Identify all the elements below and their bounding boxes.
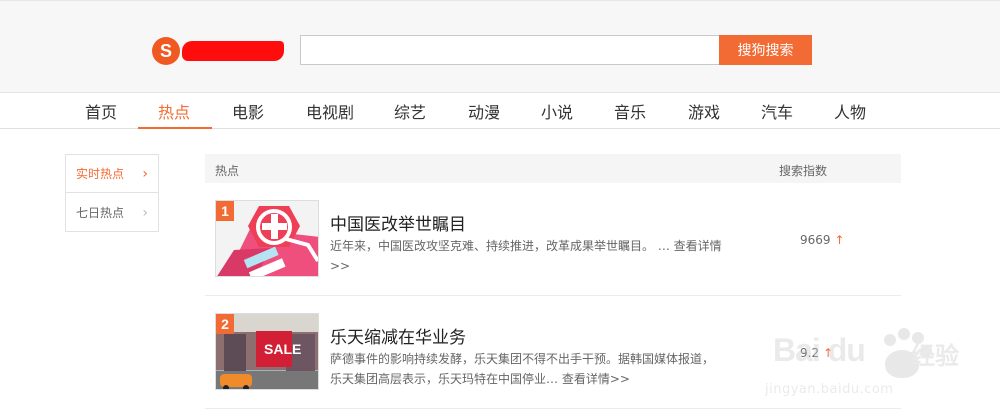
baidu-jingyan-watermark: Bai du 经验 jingyan.baidu.com bbox=[765, 312, 975, 402]
topic-summary: 萨德事件的影响持续发酵，乐天集团不得不出手干预。据韩国媒体报道，乐天集团高层表示… bbox=[330, 352, 715, 386]
nav-item-music[interactable]: 音乐 bbox=[613, 99, 647, 125]
sidebar-item-label: 实时热点 bbox=[76, 167, 125, 181]
nav-item-movie[interactable]: 电影 bbox=[231, 99, 265, 125]
paw-icon bbox=[898, 328, 910, 340]
search-button[interactable]: 搜狗搜索 bbox=[719, 35, 812, 65]
nav-item-anime[interactable]: 动漫 bbox=[467, 99, 501, 125]
sidebar: 实时热点 › 七日热点 › bbox=[65, 154, 159, 232]
arrow-up-icon: ↑ bbox=[834, 233, 845, 247]
thumbnail-image[interactable]: 1 bbox=[215, 200, 319, 277]
paw-icon bbox=[884, 334, 896, 346]
sidebar-item-realtime-hot[interactable]: 实时热点 › bbox=[66, 155, 158, 193]
active-tab-underline bbox=[138, 127, 212, 129]
hot-column-header: 热点 bbox=[215, 164, 240, 178]
rank-badge: 2 bbox=[216, 314, 234, 334]
nav-item-home[interactable]: 首页 bbox=[84, 99, 118, 125]
thumbnail-image[interactable]: 2 SALE bbox=[215, 313, 319, 390]
nav-item-hot[interactable]: 热点 bbox=[157, 99, 191, 125]
nav-item-game[interactable]: 游戏 bbox=[687, 99, 721, 125]
topic-description: 近年来，中国医改攻坚克难、持续推进，改革成果举世瞩目。 … 查看详情>> bbox=[330, 236, 725, 276]
hot-topic-row[interactable]: 1 中国医改举世瞩目 近年来，中国医改攻坚克难、持续推进，改革成果举世瞩目。 …… bbox=[205, 184, 901, 296]
nav-item-tv[interactable]: 电视剧 bbox=[304, 99, 356, 125]
logo-red-mark bbox=[182, 41, 284, 61]
topic-title[interactable]: 乐天缩减在华业务 bbox=[330, 323, 466, 348]
watermark-jingyan-text: 经验 bbox=[911, 342, 959, 370]
topic-title[interactable]: 中国医改举世瞩目 bbox=[330, 210, 466, 235]
sidebar-item-seven-day-hot[interactable]: 七日热点 › bbox=[66, 194, 158, 232]
top-header: S 搜狗搜索 bbox=[0, 0, 1000, 92]
topic-description: 萨德事件的影响持续发酵，乐天集团不得不出手干预。据韩国媒体报道，乐天集团高层表示… bbox=[330, 349, 725, 389]
sogou-logo-icon: S bbox=[152, 37, 180, 65]
chevron-right-icon: › bbox=[142, 205, 148, 221]
search-input[interactable] bbox=[300, 35, 720, 65]
list-header: 热点 搜索指数 bbox=[205, 154, 901, 183]
logo[interactable]: S bbox=[152, 37, 287, 65]
main-navigation: 首页 热点 电影 电视剧 综艺 动漫 小说 音乐 游戏 汽车 人物 bbox=[0, 92, 1000, 129]
search-index: 9669 ↑ bbox=[800, 233, 845, 247]
topic-summary: 近年来，中国医改攻坚克难、持续推进，改革成果举世瞩目。 … bbox=[330, 239, 670, 253]
watermark-baidu-text: Bai du bbox=[773, 332, 866, 368]
nav-item-novel[interactable]: 小说 bbox=[540, 99, 574, 125]
search-index-value: 9669 bbox=[800, 233, 831, 247]
nav-item-people[interactable]: 人物 bbox=[833, 99, 867, 125]
nav-item-car[interactable]: 汽车 bbox=[760, 99, 794, 125]
nav-item-variety[interactable]: 综艺 bbox=[393, 99, 427, 125]
view-details-link[interactable]: 查看详情>> bbox=[562, 372, 630, 386]
chevron-right-icon: › bbox=[142, 166, 148, 182]
svg-text:SALE: SALE bbox=[264, 341, 301, 357]
rank-badge: 1 bbox=[216, 201, 234, 221]
watermark-url: jingyan.baidu.com bbox=[765, 382, 894, 397]
search-index-column-header: 搜索指数 bbox=[779, 164, 828, 178]
sidebar-item-label: 七日热点 bbox=[76, 206, 125, 220]
